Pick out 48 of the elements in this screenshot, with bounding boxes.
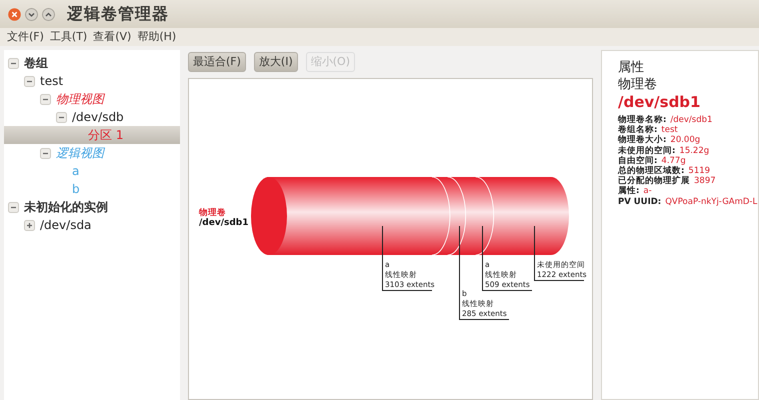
volume-name: /dev/sdb1	[618, 93, 702, 111]
property-key: PV UUID:	[618, 196, 662, 207]
property-value: QVPoaP-nkYj-GAmD-L	[665, 196, 758, 207]
tree-row[interactable]: /dev/sda	[4, 216, 180, 234]
device-label: /dev/sdb1	[199, 218, 248, 228]
property-key: 属性:	[618, 186, 640, 197]
menu-item[interactable]: 文件(F)	[4, 28, 47, 46]
minimize-icon[interactable]	[25, 8, 38, 20]
property-value: 3897	[694, 176, 716, 186]
tree-row[interactable]: test	[4, 72, 180, 90]
menu-item[interactable]: 帮助(H)	[134, 28, 180, 46]
property-key: 物理卷名称:	[618, 115, 666, 126]
toolbar-button[interactable]: 最适合(F)	[188, 52, 246, 72]
property-key: 卷组名称:	[618, 125, 658, 136]
property-value: 4.77g	[661, 156, 686, 166]
tree-row[interactable]: 物理视图	[4, 90, 180, 108]
property-value: a-	[643, 186, 652, 197]
collapse-icon[interactable]	[8, 58, 19, 70]
tree-row[interactable]: 未初始化的实例	[4, 198, 180, 216]
maximize-icon[interactable]	[42, 8, 55, 20]
property-key: 已分配的物理扩展	[618, 176, 690, 186]
leader-line	[534, 226, 584, 281]
property-key: 自由空间:	[618, 156, 658, 166]
collapse-icon[interactable]	[40, 148, 51, 160]
window-title: 逻辑卷管理器	[67, 3, 169, 25]
tree-row[interactable]: /dev/sdb	[4, 108, 180, 126]
property-key: 未使用的空间:	[618, 146, 676, 156]
properties-heading: 属性	[618, 59, 645, 76]
tree-row[interactable]: 卷组	[4, 54, 180, 72]
property-value: 20.00g	[670, 135, 700, 146]
collapse-icon[interactable]	[56, 112, 67, 124]
property-key: 总的物理区域数:	[618, 166, 684, 176]
collapse-icon[interactable]	[24, 76, 35, 88]
leader-line	[382, 226, 432, 291]
property-value: 15.22g	[679, 146, 710, 156]
volume-caption: 物理卷	[199, 208, 226, 218]
menu-item[interactable]: 查看(V)	[90, 28, 134, 46]
property-value: /dev/sdb1	[670, 115, 712, 126]
volume-type: 物理卷	[618, 76, 658, 93]
property-value: test	[661, 125, 678, 136]
property-key: 物理卷大小:	[618, 135, 666, 146]
property-value: 5119	[688, 166, 710, 176]
menu-item[interactable]: 工具(T)	[46, 28, 90, 46]
toolbar-button[interactable]: 放大(I)	[254, 52, 298, 72]
close-icon[interactable]	[8, 8, 21, 20]
expand-icon[interactable]	[24, 220, 35, 232]
collapse-icon[interactable]	[40, 94, 51, 106]
collapse-icon[interactable]	[8, 202, 19, 214]
